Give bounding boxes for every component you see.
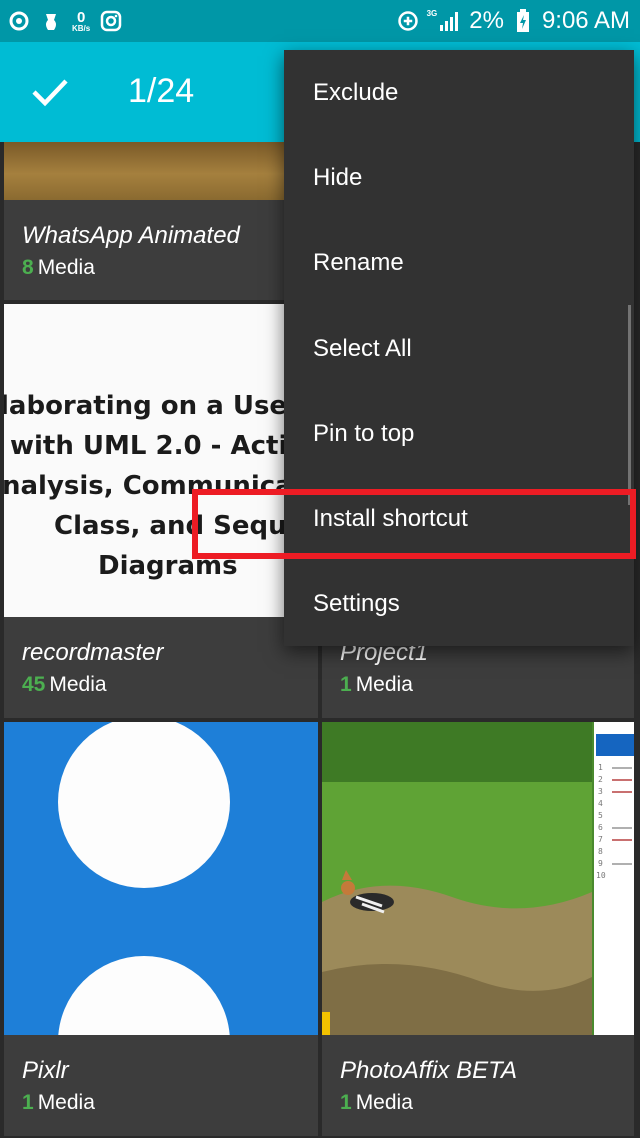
thumb-text-line: with UML 2.0 - Activ (10, 431, 304, 461)
album-name: WhatsApp Animated (22, 222, 240, 249)
album-tile-pixlr[interactable]: Pixlr 1 Media (4, 722, 318, 1136)
menu-item-settings[interactable]: Settings (284, 562, 634, 647)
media-label: Media (355, 1091, 413, 1114)
media-count: 1 (340, 673, 352, 696)
instagram-icon (100, 10, 122, 32)
network-speed: 0 KB/s (72, 10, 90, 33)
svg-text:10: 10 (596, 871, 606, 880)
signal-icon (439, 10, 461, 32)
media-label: Media (37, 256, 95, 279)
media-label: Media (49, 673, 107, 696)
svg-text:8: 8 (598, 847, 603, 856)
svg-text:7: 7 (598, 835, 603, 844)
data-saver-icon (397, 10, 419, 32)
album-thumbnail: 1 2 3 4 5 6 7 8 9 10 (322, 722, 634, 1035)
menu-item-pin-to-top[interactable]: Pin to top (284, 391, 634, 476)
album-thumbnail: laborating on a Use-C with UML 2.0 - Act… (4, 304, 318, 617)
notification-icon (40, 10, 62, 32)
menu-item-exclude[interactable]: Exclude (284, 50, 634, 135)
confirm-check-icon[interactable] (30, 74, 70, 110)
svg-text:5: 5 (598, 811, 603, 820)
thumb-text-line: laborating on a Use-C (4, 391, 317, 421)
sync-icon (8, 10, 30, 32)
network-speed-value: 0 (76, 8, 86, 26)
album-name: recordmaster (22, 639, 164, 666)
svg-text:2: 2 (598, 775, 603, 784)
network-speed-unit: KB/s (72, 23, 91, 33)
svg-text:9: 9 (598, 859, 603, 868)
svg-text:3: 3 (598, 787, 603, 796)
highlight-box (192, 489, 636, 559)
media-label: Media (37, 1091, 95, 1114)
album-name: PhotoAffix BETA (340, 1057, 517, 1084)
network-type: 3G (426, 9, 438, 18)
media-label: Media (355, 673, 413, 696)
battery-charging-icon (512, 9, 534, 32)
menu-item-select-all[interactable]: Select All (284, 306, 634, 391)
svg-text:4: 4 (598, 799, 603, 808)
media-count: 45 (22, 673, 46, 696)
svg-text:6: 6 (598, 823, 603, 832)
media-count: 1 (22, 1091, 34, 1114)
menu-item-hide[interactable]: Hide (284, 135, 634, 220)
battery-percent: 2% (469, 7, 504, 34)
svg-text:1: 1 (598, 763, 603, 772)
media-count: 8 (22, 256, 34, 279)
album-thumbnail (4, 142, 318, 200)
menu-scrollbar[interactable] (628, 305, 631, 505)
album-tile-photoaffix-beta[interactable]: 123 456 789 10 PhotoAffix BETA 1 Media (322, 722, 634, 1136)
menu-item-rename[interactable]: Rename (284, 221, 634, 306)
media-count: 1 (340, 1091, 352, 1114)
clock: 9:06 AM (541, 7, 630, 34)
album-name: Pixlr (22, 1057, 69, 1084)
album-tile-whatsapp-animated[interactable]: WhatsApp Animated 8 Media (4, 142, 318, 300)
selection-count: 1/24 (128, 72, 195, 110)
status-bar: 0 KB/s 3G 2% 9:06 AM (0, 0, 640, 42)
album-thumbnail (4, 722, 318, 1035)
